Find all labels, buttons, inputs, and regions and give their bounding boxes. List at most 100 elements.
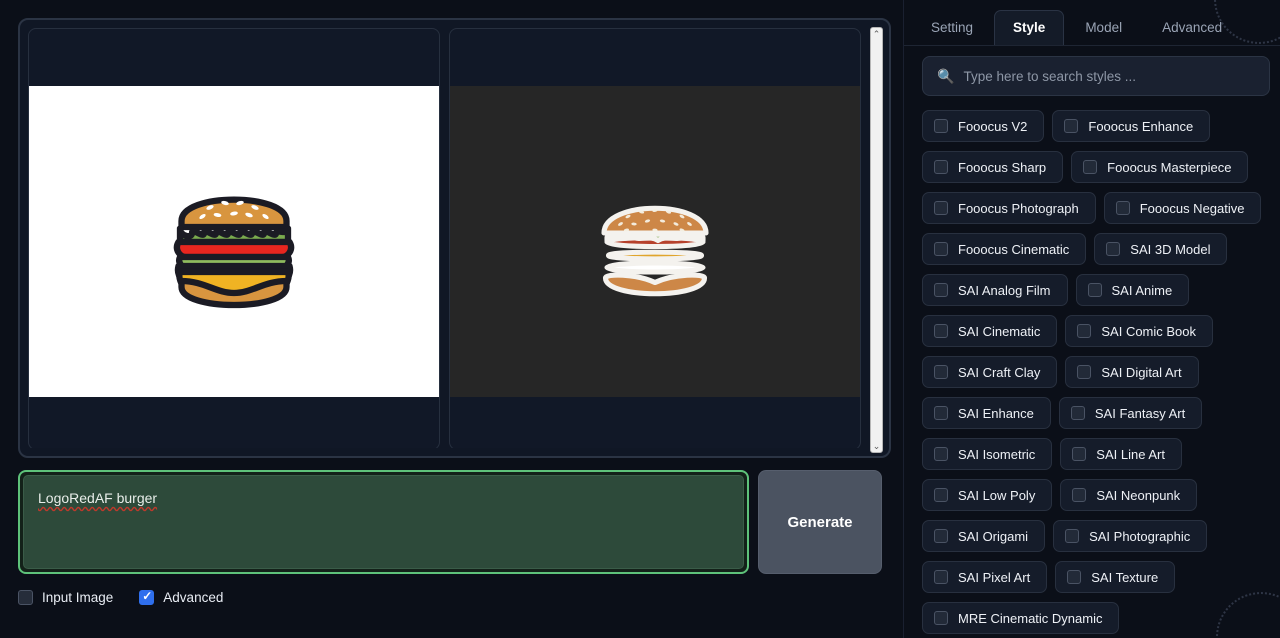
gallery-item-1[interactable] [28,28,440,448]
style-chip-checkbox[interactable] [934,201,948,215]
prompt-text: LogoRedAF burger [38,490,158,506]
style-chip-checkbox[interactable] [1083,160,1098,174]
style-chip-checkbox[interactable] [1070,406,1085,420]
option-advanced[interactable]: Advanced [139,589,224,605]
style-chip-checkbox[interactable] [1077,324,1092,338]
generated-image-light[interactable] [29,86,439,397]
style-chip-checkbox[interactable] [934,242,948,256]
style-chip-checkbox[interactable] [934,611,948,625]
style-chip[interactable]: MRE Cinematic Dynamic [922,602,1120,634]
style-chip-label: SAI Isometric [958,446,1036,462]
right-panel: Setting Style Model Advanced 🔍 Type here… [904,0,1280,638]
style-chip-checkbox[interactable] [934,365,948,379]
gallery-item-2[interactable] [449,28,861,448]
gallery-item-1-bottom-pad [29,397,439,448]
tab-model[interactable]: Model [1066,10,1141,45]
style-chip[interactable]: Fooocus V2 [922,110,1045,142]
option-input-image[interactable]: Input Image [18,590,113,605]
style-chip-label: Fooocus Enhance [1088,118,1194,134]
style-chip[interactable]: SAI Isometric [922,438,1053,470]
style-chip-label: Fooocus Sharp [958,159,1047,175]
style-chip-label: Fooocus Cinematic [958,241,1070,257]
style-chip[interactable]: Fooocus Masterpiece [1071,151,1249,183]
tab-setting[interactable]: Setting [912,10,992,45]
style-chip-checkbox[interactable] [934,406,948,420]
style-chip-checkbox[interactable] [1064,119,1079,133]
style-chip[interactable]: SAI Pixel Art [922,561,1048,593]
advanced-label: Advanced [163,590,224,605]
tab-style[interactable]: Style [994,10,1065,45]
style-chip-checkbox[interactable] [934,447,948,461]
style-chip-checkbox[interactable] [1065,529,1080,543]
panel-tabbar: Setting Style Model Advanced [904,0,1280,46]
style-chip-label: SAI Texture [1091,569,1159,585]
style-chip-checkbox[interactable] [934,324,948,338]
style-chip[interactable]: SAI Digital Art [1065,356,1199,388]
style-chip-label: SAI Enhance [958,405,1034,421]
prompt-input[interactable]: LogoRedAF burger [23,475,744,569]
style-chip[interactable]: SAI Low Poly [922,479,1053,511]
app-root: ⌃ ⌄ LogoRedAF burger Generate Input Imag… [0,0,1280,638]
tab-advanced[interactable]: Advanced [1143,10,1241,45]
style-chip[interactable]: SAI Photographic [1053,520,1208,552]
style-chip[interactable]: SAI Texture [1055,561,1176,593]
prompt-row: LogoRedAF burger Generate [18,470,891,574]
style-chip-checkbox[interactable] [1077,365,1092,379]
style-chip-checkbox[interactable] [1067,570,1082,584]
left-pane: ⌃ ⌄ LogoRedAF burger Generate Input Imag… [0,0,903,638]
style-chip-checkbox[interactable] [1106,242,1121,256]
style-search-input[interactable]: 🔍 Type here to search styles ... [922,56,1270,96]
style-chip[interactable]: SAI Enhance [922,397,1051,429]
style-chip[interactable]: Fooocus Photograph [922,192,1096,224]
style-chip-label: SAI Craft Clay [958,364,1041,380]
style-chip-label: SAI Neonpunk [1096,487,1181,503]
style-search-zone: 🔍 Type here to search styles ... [904,46,1280,102]
style-chip-checkbox[interactable] [934,283,948,297]
style-chip-label: MRE Cinematic Dynamic [958,610,1103,626]
style-chip-label: Fooocus V2 [958,118,1028,134]
style-chip-label: SAI Low Poly [958,487,1036,503]
generate-button[interactable]: Generate [758,470,882,574]
style-chip-label: SAI Origami [958,528,1029,544]
style-chip-label: SAI Analog Film [958,282,1051,298]
gallery-item-1-top-pad [29,29,439,86]
style-chip[interactable]: Fooocus Negative [1103,192,1262,224]
style-chip[interactable]: SAI Craft Clay [922,356,1058,388]
style-chip[interactable]: Fooocus Sharp [922,151,1064,183]
style-chip-checkbox[interactable] [934,529,948,543]
style-chip[interactable]: SAI Origami [922,520,1046,552]
style-chip[interactable]: SAI Anime [1075,274,1190,306]
style-chip-checkbox[interactable] [934,488,948,502]
style-chip-checkbox[interactable] [934,119,948,133]
style-chip[interactable]: Fooocus Cinematic [922,233,1087,265]
prompt-input-wrapper[interactable]: LogoRedAF burger [18,470,749,574]
style-chip-checkbox[interactable] [1087,283,1102,297]
style-chip-checkbox[interactable] [934,570,948,584]
style-chip-label: Fooocus Negative [1139,200,1245,216]
burger-illustration-dark [601,205,709,296]
input-image-checkbox[interactable] [18,590,33,605]
style-chip[interactable]: SAI Fantasy Art [1058,397,1203,429]
advanced-checkbox[interactable] [139,589,155,605]
style-chip-checkbox[interactable] [1115,201,1130,215]
style-chip-checkbox[interactable] [1072,488,1087,502]
style-chip-checkbox[interactable] [1072,447,1087,461]
image-gallery: ⌃ ⌄ [18,18,891,458]
style-chip[interactable]: SAI Neonpunk [1060,479,1198,511]
style-chip[interactable]: SAI Line Art [1060,438,1182,470]
style-chip[interactable]: Fooocus Enhance [1052,110,1211,142]
style-chip[interactable]: SAI Comic Book [1065,315,1214,347]
style-chip-label: SAI 3D Model [1130,241,1211,257]
gallery-scroll-area[interactable] [28,28,881,448]
style-chip-label: Fooocus Photograph [958,200,1079,216]
scroll-up-icon[interactable]: ⌃ [873,28,881,40]
style-chip[interactable]: SAI Analog Film [922,274,1068,306]
style-search-placeholder: Type here to search styles ... [963,68,1137,84]
style-chip-checkbox[interactable] [934,160,948,174]
style-chip[interactable]: SAI Cinematic [922,315,1058,347]
style-chip[interactable]: SAI 3D Model [1094,233,1228,265]
burger-illustration-light [173,196,295,308]
scroll-down-icon[interactable]: ⌄ [873,440,881,452]
generated-image-dark[interactable] [450,86,860,397]
gallery-vertical-scrollbar[interactable]: ⌃ ⌄ [870,27,883,453]
